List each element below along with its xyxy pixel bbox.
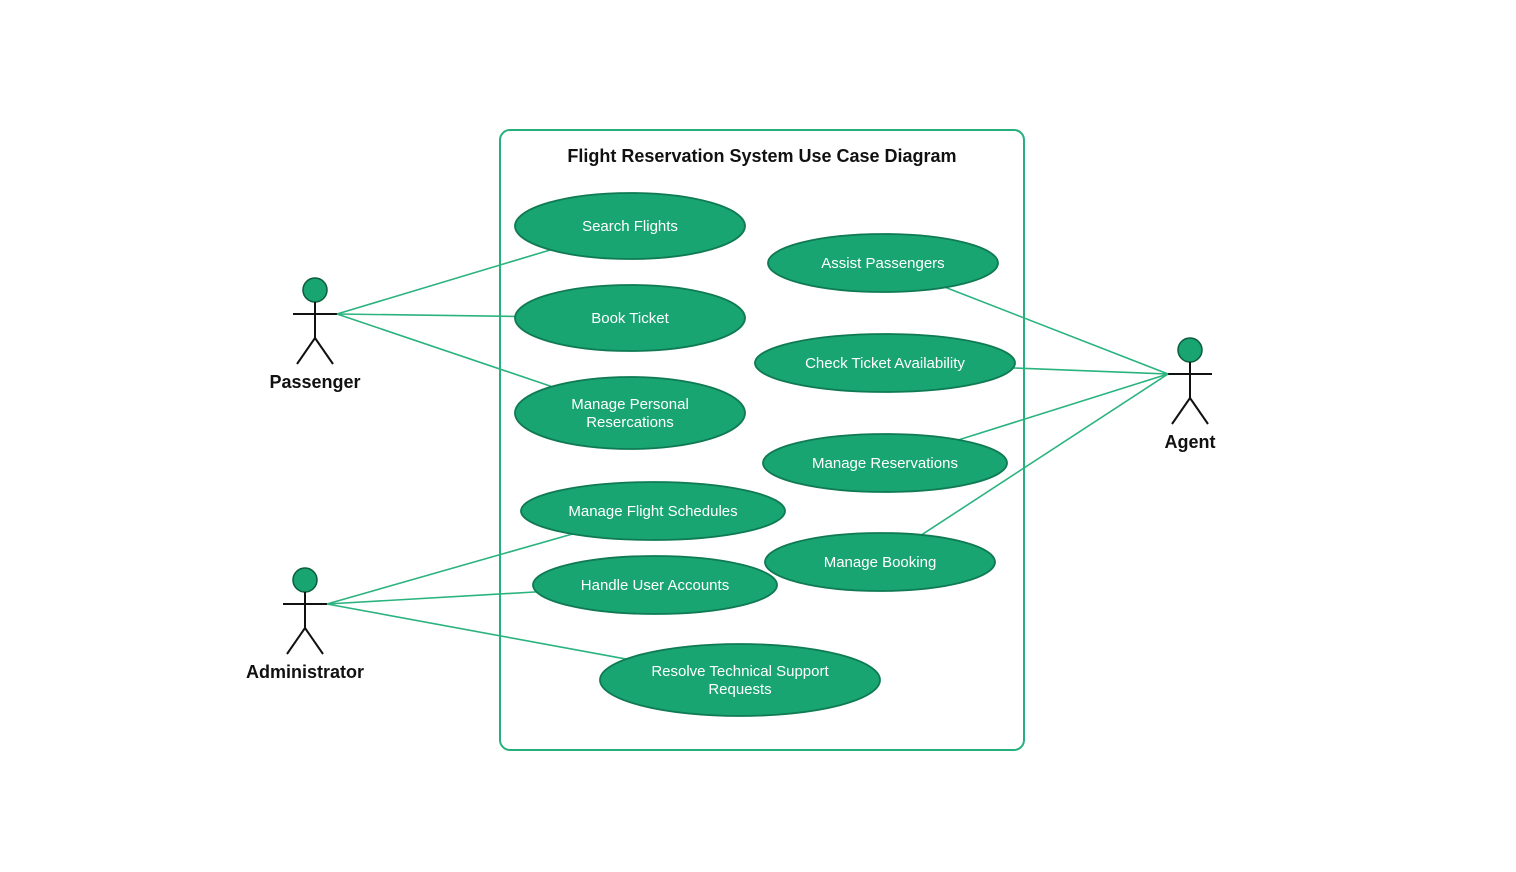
usecase-book-ticket: Book Ticket	[515, 285, 745, 351]
actor-leg-left	[1172, 398, 1190, 424]
actor-head-icon	[1178, 338, 1202, 362]
actor-leg-left	[287, 628, 305, 654]
actor-agent: Agent	[1165, 338, 1216, 452]
association-agent-check-ticket-availability	[1013, 368, 1168, 374]
usecase-label: Assist Passengers	[821, 255, 944, 272]
usecase-label: Check Ticket Availability	[805, 355, 965, 372]
usecase-check-ticket-availability: Check Ticket Availability	[755, 334, 1015, 392]
system-title: Flight Reservation System Use Case Diagr…	[567, 146, 956, 166]
actor-label-agent: Agent	[1165, 432, 1216, 452]
usecase-label: Handle User Accounts	[581, 577, 729, 594]
actor-head-icon	[293, 568, 317, 592]
association-passenger-book-ticket	[337, 314, 515, 316]
usecase-manage-personal-reservations: Manage PersonalResercations	[515, 377, 745, 449]
usecase-label: Manage Flight Schedules	[568, 503, 737, 520]
actor-leg-right	[1190, 398, 1208, 424]
actor-passenger: Passenger	[269, 278, 360, 392]
association-agent-manage-reservations	[959, 374, 1168, 440]
usecase-manage-booking: Manage Booking	[765, 533, 995, 591]
usecase-label: Manage Reservations	[812, 455, 958, 472]
usecase-label: Manage PersonalResercations	[571, 396, 689, 431]
usecase-manage-flight-schedules: Manage Flight Schedules	[521, 482, 785, 540]
usecase-handle-user-accounts: Handle User Accounts	[533, 556, 777, 614]
association-administrator-handle-user-accounts	[327, 592, 536, 604]
usecase-label: Manage Booking	[824, 554, 937, 571]
actor-label-administrator: Administrator	[246, 662, 364, 682]
diagram-card: Flight Reservation System Use Case Diagr…	[0, 0, 1516, 872]
actor-head-icon	[303, 278, 327, 302]
usecase-ellipse	[515, 377, 745, 449]
actor-administrator: Administrator	[246, 568, 364, 682]
actor-label-passenger: Passenger	[269, 372, 360, 392]
association-administrator-resolve-technical-support	[327, 604, 626, 659]
association-administrator-manage-flight-schedules	[327, 534, 572, 604]
usecase-search-flights: Search Flights	[515, 193, 745, 259]
usecase-label: Book Ticket	[591, 310, 669, 327]
usecase-label: Search Flights	[582, 218, 678, 235]
usecase-assist-passengers: Assist Passengers	[768, 234, 998, 292]
actor-leg-right	[305, 628, 323, 654]
association-passenger-search-flights	[337, 250, 551, 314]
actor-leg-right	[315, 338, 333, 364]
usecase-manage-reservations: Manage Reservations	[763, 434, 1007, 492]
use-case-diagram: Flight Reservation System Use Case Diagr…	[0, 0, 1516, 872]
actor-leg-left	[297, 338, 315, 364]
usecase-ellipse	[600, 644, 880, 716]
usecase-resolve-technical-support: Resolve Technical SupportRequests	[600, 644, 880, 716]
